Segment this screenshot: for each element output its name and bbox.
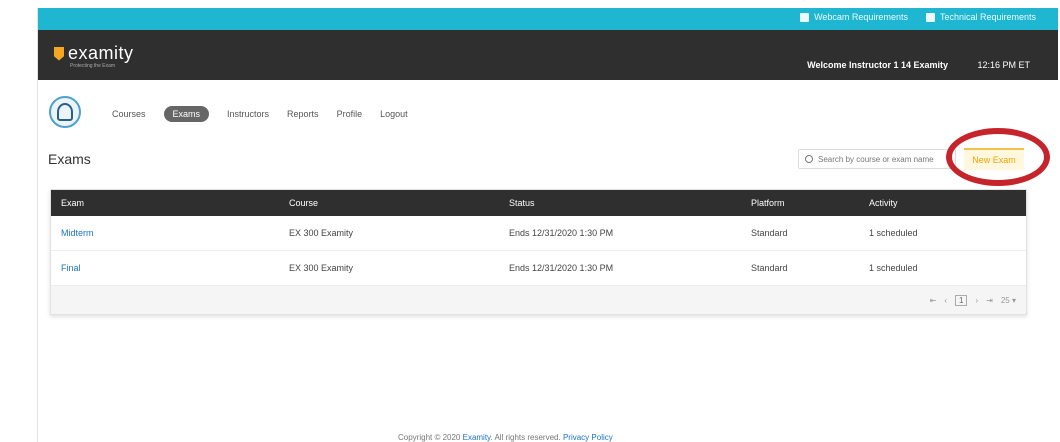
clock: 12:16 PM ET <box>977 60 1030 70</box>
search-input[interactable]: Search by course or exam name <box>798 149 956 169</box>
top-utility-bar: Webcam Requirements Technical Requiremen… <box>38 8 1058 30</box>
logo[interactable]: examity <box>54 43 134 64</box>
highlight-circle <box>946 128 1050 186</box>
logo-tagline: Protecting the Exam <box>70 63 116 69</box>
header-activity[interactable]: Activity <box>869 198 898 208</box>
university-seal-icon <box>49 96 81 128</box>
footer-rights: . All rights reserved. <box>490 433 561 442</box>
exam-link[interactable]: Final <box>61 263 81 273</box>
exams-table: Exam Course Status Platform Activity Mid… <box>50 189 1027 315</box>
nav-exams[interactable]: Exams <box>163 106 210 122</box>
nav-courses[interactable]: Courses <box>112 109 146 119</box>
status-cell: Ends 12/31/2020 1:30 PM <box>509 228 614 238</box>
table-row: Final EX 300 Examity Ends 12/31/2020 1:3… <box>51 251 1026 286</box>
first-page-icon[interactable]: ⇤ <box>930 296 937 305</box>
privacy-policy-link[interactable]: Privacy Policy <box>563 433 613 442</box>
pagination: ⇤ ‹ 1 › ⇥ 25 ▾ <box>51 286 1026 314</box>
tech-link-label: Technical Requirements <box>939 12 1036 22</box>
webcam-icon <box>800 12 810 22</box>
header-exam[interactable]: Exam <box>61 198 84 208</box>
seal-emblem <box>57 103 73 121</box>
footer: Copyright © 2020 Examity. All rights res… <box>398 433 613 442</box>
page-number[interactable]: 1 <box>955 294 968 306</box>
exam-link[interactable]: Midterm <box>61 228 94 238</box>
next-page-icon[interactable]: › <box>975 296 978 305</box>
activity-cell: 1 scheduled <box>869 263 918 273</box>
nav-logout[interactable]: Logout <box>380 109 408 119</box>
last-page-icon[interactable]: ⇥ <box>986 296 993 305</box>
per-page-select[interactable]: 25 ▾ <box>1001 296 1016 305</box>
header-status[interactable]: Status <box>509 198 535 208</box>
welcome-text: Welcome Instructor 1 14 Examity <box>807 60 948 70</box>
main-nav: Courses Exams Instructors Reports Profil… <box>112 106 408 122</box>
course-cell: EX 300 Examity <box>289 228 354 238</box>
nav-reports[interactable]: Reports <box>287 109 319 119</box>
page-title: Exams <box>48 151 91 167</box>
nav-profile[interactable]: Profile <box>337 109 363 119</box>
app-frame: Webcam Requirements Technical Requiremen… <box>38 8 1058 442</box>
footer-copyright: Copyright © 2020 <box>398 433 461 442</box>
webcam-link[interactable]: Webcam Requirements <box>800 12 908 22</box>
nav-instructors[interactable]: Instructors <box>227 109 269 119</box>
activity-cell: 1 scheduled <box>869 228 918 238</box>
top-links: Webcam Requirements Technical Requiremen… <box>800 12 1036 22</box>
course-cell: EX 300 Examity <box>289 263 354 273</box>
app-header: examity Protecting the Exam Welcome Inst… <box>38 30 1058 80</box>
platform-cell: Standard <box>751 263 788 273</box>
header-platform[interactable]: Platform <box>751 198 785 208</box>
table-row: Midterm EX 300 Examity Ends 12/31/2020 1… <box>51 216 1026 251</box>
status-cell: Ends 12/31/2020 1:30 PM <box>509 263 614 273</box>
logo-text: examity <box>68 43 134 63</box>
header-course[interactable]: Course <box>289 198 318 208</box>
footer-brand-link[interactable]: Examity <box>463 433 491 442</box>
search-placeholder: Search by course or exam name <box>818 154 934 164</box>
table-header: Exam Course Status Platform Activity <box>51 190 1026 216</box>
document-icon <box>925 12 935 22</box>
webcam-link-label: Webcam Requirements <box>814 12 908 22</box>
search-icon <box>805 155 813 163</box>
prev-page-icon[interactable]: ‹ <box>944 296 947 305</box>
tech-link[interactable]: Technical Requirements <box>925 12 1036 22</box>
platform-cell: Standard <box>751 228 788 238</box>
shield-logo-icon <box>54 46 64 61</box>
per-page-value: 25 <box>1000 295 1010 305</box>
